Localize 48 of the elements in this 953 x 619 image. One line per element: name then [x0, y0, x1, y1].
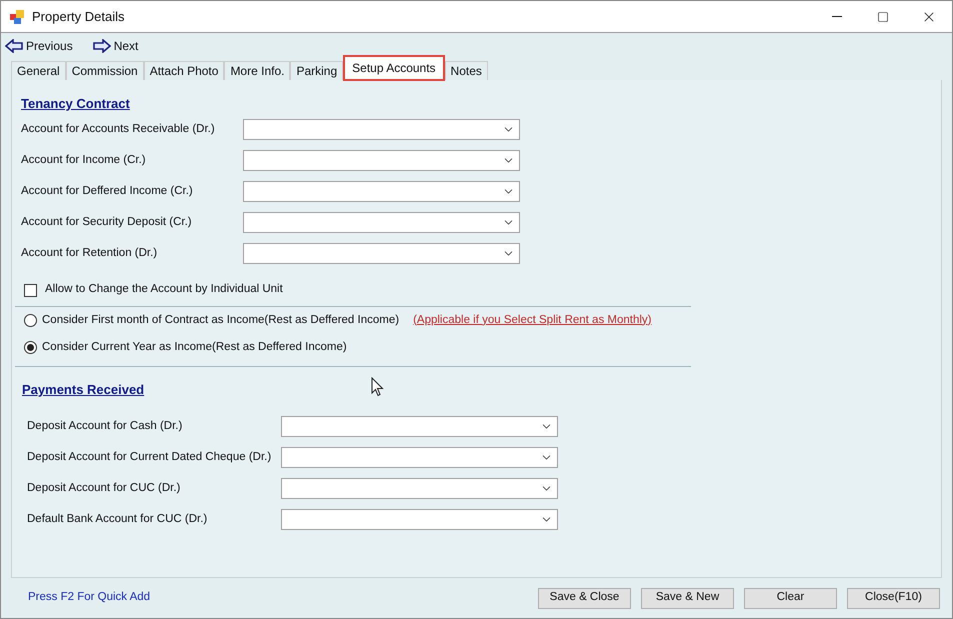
- field-label: Account for Deffered Income (Cr.): [21, 184, 194, 200]
- tab[interactable]: Parking: [290, 60, 344, 80]
- dropdown-field[interactable]: [281, 478, 558, 499]
- field-label: Account for Retention (Dr.): [21, 246, 158, 262]
- field-label: Deposit Account for CUC (Dr.): [27, 480, 182, 496]
- dropdown-field[interactable]: [281, 508, 558, 530]
- dropdown-field[interactable]: [281, 416, 558, 437]
- radio-button[interactable]: [24, 314, 37, 327]
- checkbox-label: Allow to Change the Account by Individual Unit: [45, 282, 283, 298]
- radio-button[interactable]: [24, 341, 37, 354]
- dropdown-field[interactable]: [243, 181, 520, 202]
- dropdown-field[interactable]: [243, 150, 520, 172]
- field-label: Account for Security Deposit (Cr.): [21, 215, 193, 230]
- field-label: Account for Income (Cr.): [21, 153, 147, 168]
- radio-label: Consider First month of Contract as Income(Rest as Deffered Income): [42, 312, 400, 328]
- dropdown-field[interactable]: [243, 119, 520, 140]
- field-label: Default Bank Account for CUC (Dr.): [27, 512, 208, 527]
- field-label: Deposit Account for Cash (Dr.): [27, 418, 184, 434]
- tab[interactable]: Notes: [444, 60, 488, 80]
- quick-add-link[interactable]: Press F2 For Quick Add: [28, 589, 150, 607]
- section-heading: Payments Received: [22, 381, 144, 400]
- section-heading: Tenancy Contract: [21, 94, 130, 113]
- maximize-icon: [877, 10, 889, 22]
- right-arrow-icon: [92, 38, 111, 53]
- tab[interactable]: More Info.: [224, 60, 290, 80]
- next-button[interactable]: Next: [92, 36, 138, 55]
- field-label: Account for Accounts Receivable (Dr.): [21, 122, 216, 138]
- dropdown-field[interactable]: [281, 446, 558, 468]
- checkbox[interactable]: [24, 284, 37, 297]
- dropdown-field[interactable]: [243, 243, 520, 264]
- tab[interactable]: Commission: [66, 60, 144, 80]
- tab[interactable]: Attach Photo: [144, 60, 224, 80]
- action-button[interactable]: Save & Close: [538, 588, 631, 609]
- minimize-icon: [832, 16, 842, 17]
- radio-label: Consider Current Year as Income(Rest as Deffered Income): [42, 340, 347, 355]
- previous-button[interactable]: Previous: [5, 36, 73, 55]
- left-arrow-icon: [5, 38, 23, 53]
- app-icon: [10, 10, 24, 24]
- dropdown-field[interactable]: [243, 212, 520, 234]
- action-button[interactable]: Close(F10): [847, 588, 940, 609]
- window-title: Property Details: [32, 8, 124, 26]
- note-link[interactable]: (Applicable if you Select Split Rent as Monthly): [413, 312, 652, 329]
- field-label: Deposit Account for Current Dated Cheque (Dr.): [27, 450, 272, 465]
- tab[interactable]: Setup Accounts: [343, 54, 445, 81]
- tab[interactable]: General: [11, 60, 66, 80]
- mouse-cursor-icon: [371, 377, 384, 397]
- action-button[interactable]: Save & New: [641, 588, 734, 609]
- action-button[interactable]: Clear: [744, 588, 837, 609]
